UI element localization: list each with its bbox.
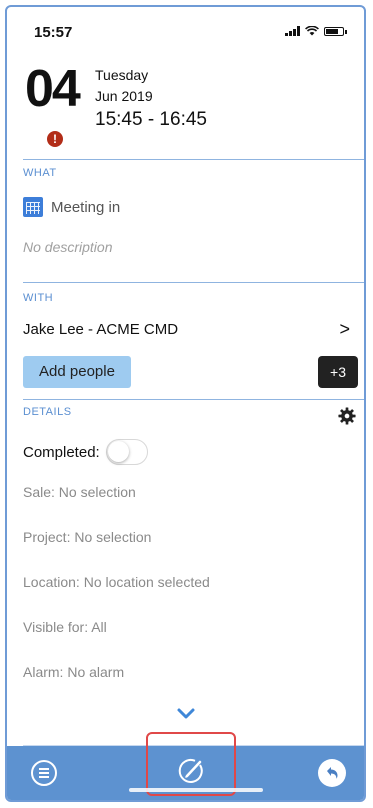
toggle-knob — [107, 441, 129, 462]
bottom-toolbar — [7, 732, 364, 800]
gear-icon[interactable] — [338, 407, 356, 425]
project-field[interactable]: Project: No selection — [23, 529, 151, 545]
event-day-number: 04 — [25, 60, 81, 118]
completed-toggle[interactable] — [105, 439, 148, 465]
event-title-row[interactable]: Meeting in — [23, 197, 120, 217]
home-indicator — [129, 788, 263, 792]
status-icons — [285, 26, 347, 36]
contact-name: Jake Lee - ACME CMD — [23, 321, 179, 338]
battery-icon — [324, 26, 347, 36]
location-field[interactable]: Location: No location selected — [23, 574, 210, 590]
highlight-annotation — [146, 732, 236, 796]
section-label-details: DETAILS — [23, 406, 72, 418]
calendar-icon — [23, 197, 43, 217]
status-bar: 15:57 — [7, 7, 364, 51]
menu-icon[interactable] — [31, 760, 57, 786]
section-divider-details — [23, 399, 364, 400]
event-title: Meeting in — [51, 198, 121, 216]
visibility-field[interactable]: Visible for: All — [23, 619, 107, 635]
description-field[interactable]: No description — [23, 239, 113, 255]
alert-icon[interactable]: ! — [47, 131, 63, 147]
chevron-down-icon[interactable] — [176, 707, 196, 721]
sale-field[interactable]: Sale: No selection — [23, 484, 136, 500]
section-label-what: WHAT — [23, 167, 57, 179]
completed-row: Completed: — [23, 439, 148, 465]
section-divider-what — [23, 159, 364, 160]
more-people-button[interactable]: +3 — [318, 356, 358, 388]
event-time-range[interactable]: 15:45 - 16:45 — [95, 109, 207, 131]
contact-row[interactable]: Jake Lee - ACME CMD > — [23, 319, 350, 343]
app-frame: 15:57 04 Tuesday Jun 2019 15:45 - 16:45 … — [5, 5, 366, 802]
event-weekday: Tuesday — [95, 67, 149, 83]
undo-icon[interactable] — [318, 759, 346, 787]
signal-icon — [285, 26, 300, 36]
completed-label: Completed: — [23, 443, 100, 461]
section-divider-with — [23, 282, 364, 283]
wifi-icon — [305, 26, 319, 36]
alarm-field[interactable]: Alarm: No alarm — [23, 664, 124, 680]
section-label-with: WITH — [23, 292, 54, 304]
status-time: 15:57 — [34, 24, 73, 41]
chevron-right-icon: > — [339, 319, 350, 339]
add-people-button[interactable]: Add people — [23, 356, 131, 388]
event-month-year: Jun 2019 — [95, 88, 153, 104]
